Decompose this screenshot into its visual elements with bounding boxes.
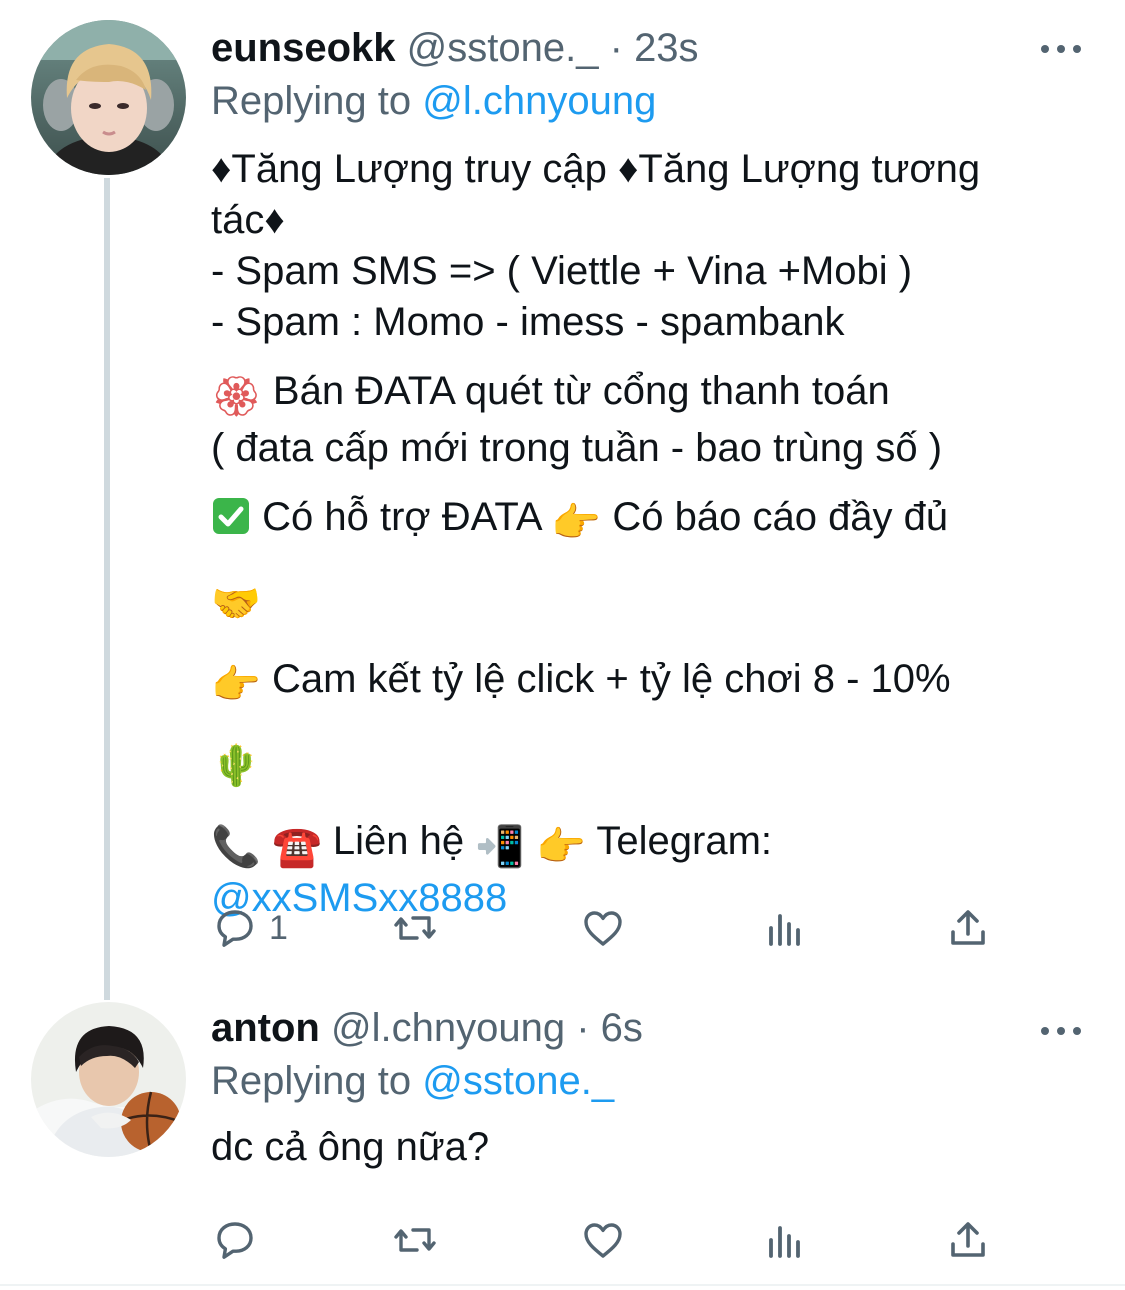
text-line: 📞 ☎️ Liên hệ 📲 👉 Telegram:: [211, 816, 1095, 873]
text-line: 🤝: [211, 573, 1095, 630]
bottom-divider: [0, 1284, 1125, 1286]
like-button[interactable]: [579, 1212, 627, 1268]
telephone-icon: ☎️: [271, 825, 322, 869]
share-icon: [951, 1222, 985, 1257]
pointing-hand-icon: 👉: [536, 825, 586, 869]
retweet-icon: [394, 916, 436, 940]
text-line: 👉 Cam kết tỷ lệ click + tỷ lệ chơi 8 - 1…: [211, 654, 1095, 711]
handshake-icon: 🤝: [211, 582, 261, 626]
like-button[interactable]: [579, 900, 627, 956]
replying-to: Replying to @sstone._: [211, 1056, 1095, 1106]
replying-prefix: Replying to: [211, 79, 412, 123]
phone-receiver-icon: 📞: [211, 825, 261, 869]
more-icon[interactable]: [1041, 1025, 1081, 1037]
text-line: 🏵 Bán ĐATA quét từ cổng thanh toán: [211, 366, 1095, 423]
text-fragment: Có báo cáo đầy đủ: [612, 495, 949, 539]
text-fragment: Cam kết tỷ lệ click + tỷ lệ chơi 8 - 10%: [271, 657, 951, 701]
tweet-actions: [211, 1212, 1011, 1268]
share-icon: [951, 910, 985, 945]
tweet-text: dc cả ông nữa?: [211, 1122, 1095, 1173]
tweet-anton[interactable]: anton @l.chnyoung · 6s Replying to @ssto…: [0, 1000, 1125, 1286]
user-handle[interactable]: @sstone._: [407, 26, 599, 70]
pointing-hand-icon: 👉: [551, 501, 602, 545]
tweet-eunseokk[interactable]: eunseokk @sstone._ · 23s Replying to @l.…: [0, 0, 1125, 1000]
timestamp[interactable]: 6s: [601, 1006, 643, 1050]
tweet-header: eunseokk @sstone._ · 23s: [211, 24, 1095, 72]
timestamp[interactable]: 23s: [634, 26, 699, 70]
views-icon: [769, 1226, 800, 1258]
reply-icon: [217, 910, 253, 947]
avatar-anton[interactable]: [31, 1002, 186, 1157]
share-button[interactable]: [944, 1212, 992, 1268]
text-line: 🌵: [211, 735, 1095, 792]
views-button[interactable]: [761, 1212, 809, 1268]
text-fragment: Có hỗ trợ ĐATA: [262, 495, 541, 539]
text-fragment: Bán ĐATA quét từ cổng thanh toán: [272, 369, 890, 413]
text-line: ( đata cấp mới trong tuần - bao trùng số…: [211, 426, 943, 470]
text-line: ♦Tăng Lượng truy cập ♦Tăng Lượng tương: [211, 147, 981, 191]
tweet-header: anton @l.chnyoung · 6s: [211, 1004, 1095, 1052]
user-handle[interactable]: @l.chnyoung: [331, 1006, 565, 1050]
retweet-button[interactable]: [391, 1212, 439, 1268]
like-icon: [584, 911, 622, 946]
more-icon[interactable]: [1041, 43, 1081, 55]
pointing-hand-icon: 👉: [211, 663, 261, 707]
thread-line: [104, 178, 110, 1000]
display-name[interactable]: anton: [211, 1006, 320, 1050]
mobile-arrow-icon: 📲: [475, 825, 526, 869]
replying-to: Replying to @l.chnyoung: [211, 76, 1095, 126]
share-button[interactable]: [944, 900, 992, 956]
text-line: - Spam SMS => ( Viettle + Vina +Mobi ): [211, 249, 913, 293]
retweet-icon: [394, 1228, 436, 1252]
display-name[interactable]: eunseokk: [211, 26, 396, 70]
separator: ·: [576, 1006, 590, 1050]
flower-emoji-icon: 🏵: [211, 375, 262, 419]
avatar-eunseokk-image: [31, 20, 186, 175]
tweet-content: eunseokk @sstone._ · 23s Replying to @l.…: [211, 24, 1095, 924]
cactus-icon: 🌵: [211, 744, 261, 788]
tweet-text: ♦Tăng Lượng truy cập ♦Tăng Lượng tương t…: [211, 144, 1095, 924]
replying-prefix: Replying to: [211, 1059, 412, 1103]
reply-icon: [217, 1222, 253, 1259]
replying-mention[interactable]: @l.chnyoung: [422, 79, 656, 123]
avatar-eunseokk[interactable]: [31, 20, 186, 175]
tweet-content: anton @l.chnyoung · 6s Replying to @ssto…: [211, 1004, 1095, 1173]
tweet-actions: 1: [211, 900, 1011, 956]
text-line: tác♦: [211, 198, 285, 242]
reply-button[interactable]: 1: [211, 900, 288, 956]
like-icon: [584, 1223, 622, 1258]
replying-mention[interactable]: @sstone._: [422, 1059, 614, 1103]
text-line: Có hỗ trợ ĐATA 👉 Có báo cáo đầy đủ: [211, 492, 1095, 549]
text-line: dc cả ông nữa?: [211, 1125, 490, 1169]
text-fragment: Liên hệ: [332, 819, 465, 863]
text-line: - Spam : Momo - imess - spambank: [211, 300, 845, 344]
check-mark-icon: [211, 496, 251, 549]
retweet-button[interactable]: [391, 900, 439, 956]
reply-button[interactable]: [211, 1212, 259, 1268]
text-fragment: Telegram:: [596, 819, 772, 863]
views-button[interactable]: [761, 900, 809, 956]
separator: ·: [609, 26, 623, 70]
views-icon: [769, 914, 800, 946]
avatar-anton-image: [31, 1002, 186, 1157]
reply-count: 1: [269, 908, 288, 947]
